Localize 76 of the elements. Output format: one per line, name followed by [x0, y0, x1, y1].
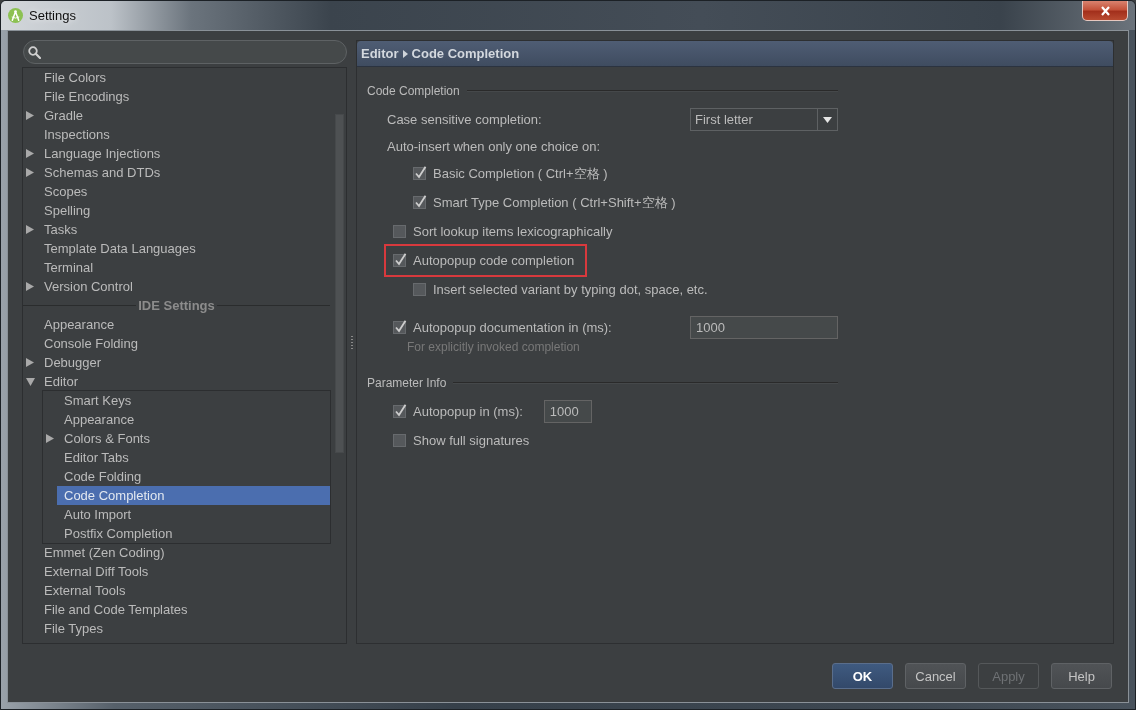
breadcrumb-item: Code Completion	[411, 46, 520, 61]
splitter-handle[interactable]	[350, 335, 353, 349]
number-field[interactable]: 1000	[543, 400, 592, 423]
tree-item[interactable]: Emmet (Zen Coding)	[37, 543, 335, 562]
default-button[interactable]: OK	[832, 663, 893, 689]
checkbox[interactable]	[393, 223, 407, 238]
tree-item[interactable]: Postfix Completion	[57, 524, 330, 543]
option-label: Case sensitive completion:	[387, 112, 542, 127]
caret-right-icon[interactable]	[26, 168, 34, 177]
tree-item[interactable]: Auto Import	[57, 505, 330, 524]
tree-item[interactable]: Console Folding	[37, 334, 335, 353]
tree-item[interactable]: Editor	[37, 372, 335, 391]
breadcrumb-arrow-icon	[402, 49, 408, 58]
tree-item[interactable]: External Tools	[37, 581, 335, 600]
tree-item[interactable]: Debugger	[37, 353, 335, 372]
checkbox-label[interactable]: Autopopup documentation in (ms):	[413, 320, 612, 335]
tree-item[interactable]: Tasks	[37, 220, 335, 239]
tree-item[interactable]: Scopes	[37, 182, 335, 201]
tree-item[interactable]: External Diff Tools	[37, 562, 335, 581]
caret-right-icon[interactable]	[26, 225, 34, 234]
checkbox-label[interactable]: Insert selected variant by typing dot, space, etc.	[433, 282, 708, 297]
tree-item[interactable]: Template Data Languages	[37, 239, 335, 258]
checkbox-label[interactable]: Sort lookup items lexicographically	[413, 224, 613, 239]
tree-item[interactable]: File and Code Templates	[37, 600, 335, 619]
tree-item[interactable]: Appearance	[57, 410, 330, 429]
tree-item[interactable]: Version Control	[37, 277, 335, 296]
tree-item[interactable]: Editor Tabs	[57, 448, 330, 467]
hint-text: For explicitly invoked completion	[407, 340, 580, 354]
dropdown-arrow-icon	[823, 116, 832, 123]
checkbox[interactable]	[413, 165, 427, 180]
checkbox[interactable]	[393, 403, 407, 418]
tree-item[interactable]: Colors & Fonts	[57, 429, 330, 448]
checkbox-label[interactable]: Smart Type Completion ( Ctrl+Shift+空格 )	[433, 193, 676, 212]
tree-item[interactable]: File Colors	[37, 68, 335, 87]
compass-logo-icon	[8, 8, 23, 23]
dialog-button[interactable]: Help	[1051, 663, 1112, 689]
caret-right-icon[interactable]	[26, 282, 34, 291]
close-icon	[1099, 5, 1111, 16]
tree-item[interactable]: Code Folding	[57, 467, 330, 486]
checkbox-label[interactable]: Basic Completion ( Ctrl+空格 )	[433, 164, 608, 183]
tree-item[interactable]: Smart Keys	[57, 391, 330, 410]
tree-item[interactable]: Appearance	[37, 315, 335, 334]
breadcrumb-item: Editor	[361, 46, 399, 61]
checkbox-label[interactable]: Autopopup code completion	[413, 253, 575, 268]
caret-right-icon[interactable]	[46, 434, 54, 443]
option-label: Auto-insert when only one choice on:	[387, 139, 601, 154]
search-field[interactable]	[23, 40, 347, 64]
search-icon	[28, 45, 41, 59]
tree-item[interactable]: Schemas and DTDs	[37, 163, 335, 182]
checkbox[interactable]	[413, 281, 427, 296]
window-title: Settings	[29, 8, 76, 23]
checkbox[interactable]	[393, 432, 407, 447]
tree-item[interactable]: Terminal	[37, 258, 335, 277]
checkbox-label[interactable]: Show full signatures	[413, 433, 530, 448]
caret-right-icon[interactable]	[26, 149, 34, 158]
section-heading: IDE Settings	[137, 298, 216, 313]
close-button[interactable]	[1082, 1, 1128, 21]
tree-item[interactable]: Spelling	[37, 201, 335, 220]
group-title: Code Completion	[367, 84, 460, 98]
group-title: Parameter Info	[367, 376, 447, 390]
tree-item[interactable]: File Types	[37, 619, 335, 638]
dropdown[interactable]: First letter	[690, 108, 838, 131]
tree-item[interactable]: Code Completion	[57, 486, 330, 505]
tree-item[interactable]: File Encodings	[37, 87, 335, 106]
caret-right-icon[interactable]	[26, 111, 34, 120]
tree-item[interactable]: Language Injections	[37, 144, 335, 163]
checkbox[interactable]	[413, 194, 427, 209]
caret-down-icon[interactable]	[25, 377, 35, 386]
checkbox[interactable]	[393, 252, 407, 267]
tree-item[interactable]: Inspections	[37, 125, 335, 144]
checkbox[interactable]	[393, 319, 407, 334]
tree-item[interactable]: Gradle	[37, 106, 335, 125]
caret-right-icon[interactable]	[26, 358, 34, 367]
number-field[interactable]: 1000	[690, 316, 838, 339]
checkbox-label[interactable]: Autopopup in (ms):	[413, 404, 523, 419]
dialog-button[interactable]: Cancel	[905, 663, 966, 689]
